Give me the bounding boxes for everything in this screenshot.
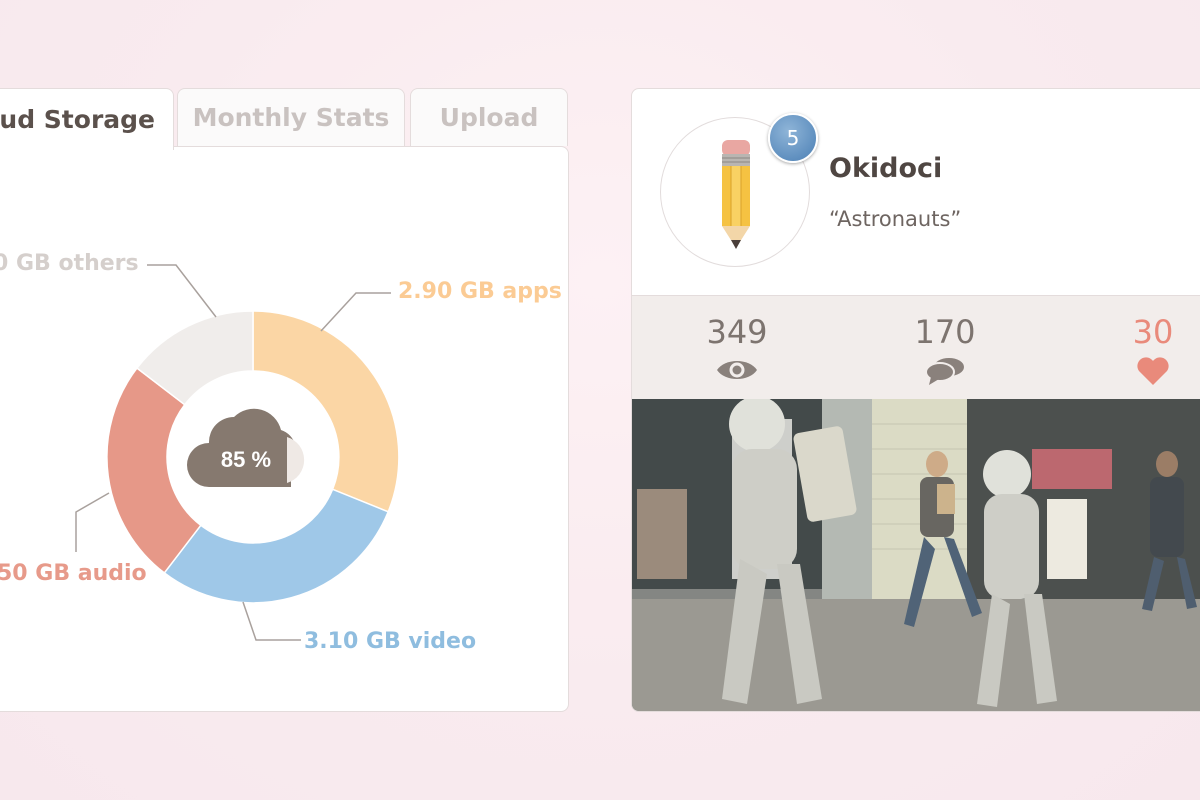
stat-views[interactable]: 349 <box>682 312 792 384</box>
callout-others: 0 GB others <box>0 251 139 276</box>
segment-video <box>163 488 390 604</box>
storage-donut-chart: 85 % <box>75 264 400 641</box>
notification-badge[interactable]: 5 <box>768 113 818 163</box>
storage-percent-label: 85 % <box>221 447 271 472</box>
tab-cloud-storage-label: oud Storage <box>0 105 155 134</box>
callout-audio: 50 GB audio <box>0 561 147 586</box>
tab-upload-label: Upload <box>439 103 539 132</box>
eye-icon <box>717 361 757 379</box>
callout-video: 3.10 GB video <box>304 629 477 654</box>
astronauts-photo[interactable]: H ST WI <box>632 399 1200 712</box>
views-count: 349 <box>706 313 768 351</box>
tab-monthly-stats[interactable]: Monthly Stats <box>177 88 405 146</box>
profile-quote: “Astronauts” <box>829 207 962 231</box>
leader-video <box>242 601 301 641</box>
likes-count: 30 <box>1132 313 1174 351</box>
callout-apps: 2.90 GB apps <box>398 279 562 304</box>
heart-icon <box>1137 357 1169 385</box>
stats-bar: 349 170 30 <box>632 295 1200 401</box>
tab-upload[interactable]: Upload <box>410 88 568 146</box>
tab-cloud-storage[interactable]: oud Storage <box>0 88 174 150</box>
speech-bubbles-icon <box>925 358 964 385</box>
profile-card: 5 Okidoci “Astronauts” 349 170 30 <box>631 88 1200 712</box>
stat-likes[interactable]: 30 <box>1098 312 1200 386</box>
storage-panel: 85 % 0 GB others 2.90 GB apps 50 GB audi… <box>0 146 569 712</box>
profile-name: Okidoci <box>829 153 943 184</box>
leader-apps <box>320 292 391 332</box>
comments-count: 170 <box>914 313 976 351</box>
leader-others <box>147 264 217 318</box>
stat-comments[interactable]: 170 <box>890 312 1000 386</box>
tab-monthly-stats-label: Monthly Stats <box>192 103 390 132</box>
leader-audio <box>75 492 110 552</box>
